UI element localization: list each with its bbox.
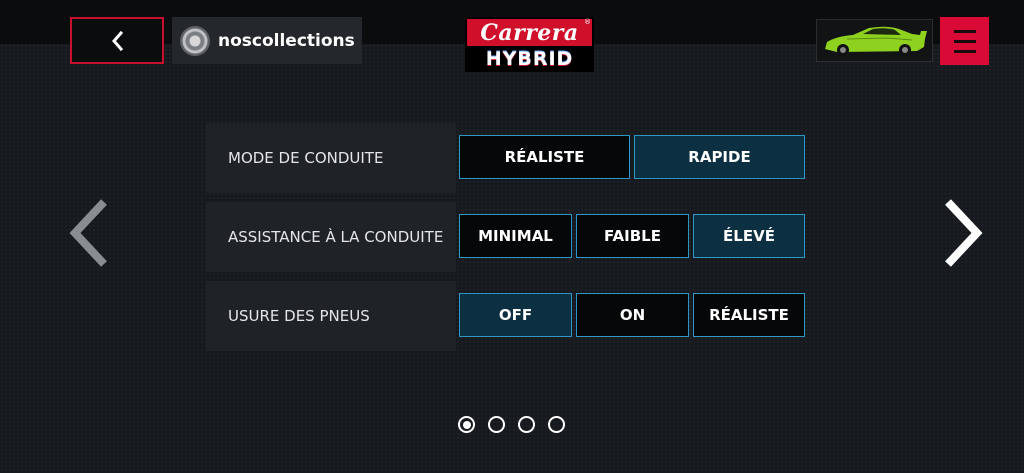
car-selector[interactable] [816,19,933,62]
option-realiste-tires[interactable]: RÉALISTE [693,293,805,337]
profile-button[interactable]: noscollections [172,17,362,64]
page-dot-4[interactable] [548,416,565,433]
next-page-button[interactable] [940,198,986,268]
chevron-right-large-icon [945,199,983,267]
setting-label: MODE DE CONDUITE [228,149,384,167]
setting-row-driving-mode: MODE DE CONDUITE RÉALISTE RAPIDE [206,123,814,193]
logo-registered-mark: ® [584,18,591,26]
option-rapide[interactable]: RAPIDE [634,135,805,179]
page-dot-3[interactable] [518,416,535,433]
wheel-rim-icon [180,25,210,56]
profile-name: noscollections [218,30,355,51]
hamburger-menu-icon [953,39,976,43]
option-eleve[interactable]: ÉLEVÉ [693,214,805,258]
back-button[interactable] [70,17,164,64]
page-indicator [456,416,576,438]
chevron-left-icon [112,30,124,51]
page-dot-2[interactable] [488,416,505,433]
green-sports-car-icon [825,26,927,56]
logo-hybrid: HYBRID [485,48,574,70]
option-faible[interactable]: FAIBLE [576,214,689,258]
hamburger-menu-icon [953,29,976,33]
hamburger-menu-icon [953,49,976,53]
previous-page-button[interactable] [66,198,112,268]
option-minimal[interactable]: MINIMAL [459,214,572,258]
carrera-hybrid-logo: Carrera ® HYBRID [465,17,594,72]
setting-row-driving-assistance: ASSISTANCE À LA CONDUITE MINIMAL FAIBLE … [206,202,814,272]
setting-row-tire-wear: USURE DES PNEUS OFF ON RÉALISTE [206,281,814,351]
chevron-left-large-icon [69,199,107,267]
page-dot-1[interactable] [458,416,475,433]
menu-button[interactable] [940,17,989,65]
option-on[interactable]: ON [576,293,689,337]
setting-label: USURE DES PNEUS [228,307,370,325]
setting-label: ASSISTANCE À LA CONDUITE [228,228,444,246]
option-off[interactable]: OFF [459,293,572,337]
option-realiste[interactable]: RÉALISTE [459,135,630,179]
logo-carrera: Carrera [467,19,592,46]
